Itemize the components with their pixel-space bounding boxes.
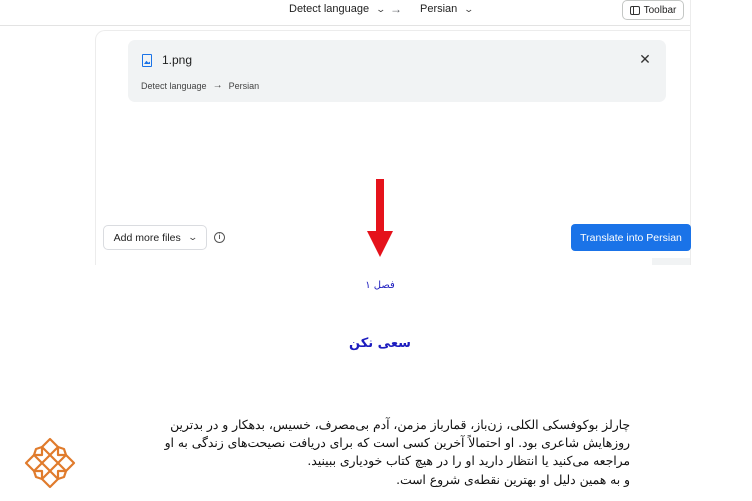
- toolbar-button-label: Toolbar: [643, 4, 677, 16]
- add-more-files-button[interactable]: Add more files ⌄: [103, 225, 207, 250]
- target-language-select[interactable]: Persian ⌄: [420, 3, 475, 15]
- swap-arrow-icon[interactable]: →: [390, 2, 402, 16]
- paragraph-line: روزهایش شاعری بود. او احتمالاً آخرین کسی…: [164, 436, 630, 451]
- uploaded-file-card: 1.png ✕ Detect language → Persian: [128, 40, 666, 102]
- paragraph-line: و به همین دلیل او بهترین نقطه‌ی شروع است…: [396, 472, 630, 487]
- file-name: 1.png: [162, 53, 193, 67]
- panel-border: [105, 30, 690, 31]
- close-icon: ✕: [639, 50, 651, 67]
- paragraph-line: چارلز بوکوفسکی الکلی، زن‌باز، قمارباز مز…: [170, 418, 630, 432]
- image-file-icon: [142, 54, 152, 67]
- translate-button[interactable]: Translate into Persian: [571, 224, 691, 251]
- chevron-down-icon: ⌄: [187, 232, 198, 242]
- panel-footer-strip: [652, 258, 690, 265]
- translate-button-label: Translate into Persian: [580, 231, 682, 244]
- source-language-label: Detect language: [289, 3, 370, 15]
- language-bar: Detect language ⌄ → Persian ⌄ Toolbar: [0, 0, 690, 26]
- section-heading: سعی نکن: [349, 336, 411, 351]
- chevron-down-icon: ⌄: [463, 3, 475, 14]
- chapter-title: فصل ۱: [365, 280, 395, 291]
- ornament-logo-icon: [24, 437, 76, 489]
- file-language-pair: Detect language → Persian: [141, 80, 259, 91]
- info-icon[interactable]: i: [214, 232, 225, 243]
- red-down-arrow-icon: [367, 179, 393, 257]
- source-language-select[interactable]: Detect language ⌄: [289, 3, 387, 15]
- chevron-down-icon: ⌄: [375, 3, 387, 14]
- paragraph-line: مراجعه می‌کنید یا انتظار دارید او را در …: [307, 454, 630, 469]
- file-target-language: Persian: [228, 80, 260, 91]
- body-paragraph: چارلز بوکوفسکی الکلی، زن‌باز، قمارباز مز…: [120, 416, 630, 489]
- arrow-right-icon: →: [212, 80, 223, 91]
- add-more-files-label: Add more files: [113, 231, 181, 244]
- file-source-language: Detect language: [141, 80, 207, 91]
- sidebar-panel-icon: [629, 5, 640, 15]
- persian-document: فصل ۱ سعی نکن چارلز بوکوفسکی الکلی، زن‌ب…: [0, 265, 752, 501]
- target-language-label: Persian: [420, 3, 458, 15]
- remove-file-button[interactable]: ✕: [636, 50, 654, 68]
- toolbar-button[interactable]: Toolbar: [622, 0, 684, 20]
